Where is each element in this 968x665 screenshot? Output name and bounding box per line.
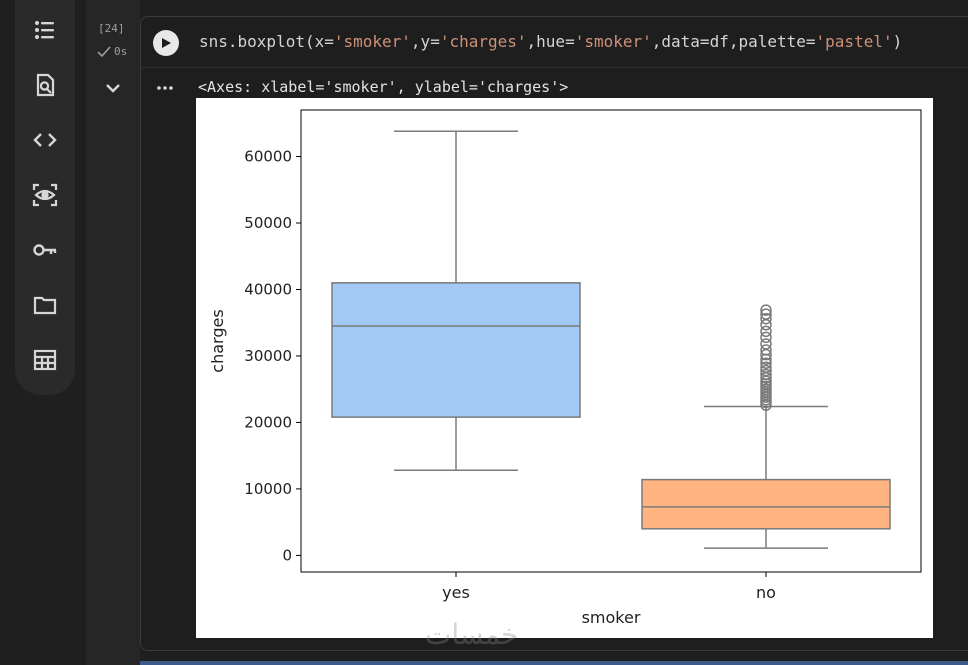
box-no	[641, 478, 891, 530]
code-token: sns.boxplot(x=	[199, 32, 334, 51]
code-string-token: 'smoker'	[574, 32, 652, 51]
code-snippets-icon[interactable]	[29, 124, 61, 156]
boxplot-output: 0 10000 20000 30000 40000 50000 60000 charges ye…	[196, 98, 933, 638]
check-icon	[97, 45, 111, 57]
run-cell-button[interactable]	[153, 30, 179, 56]
secrets-key-icon[interactable]	[29, 234, 61, 266]
execution-status: 0s	[97, 45, 127, 58]
next-cell-edge	[140, 661, 968, 665]
table-of-contents-icon[interactable]	[29, 14, 61, 46]
play-icon	[162, 38, 171, 48]
x-tick-label: yes	[442, 583, 470, 602]
more-horizontal-icon	[157, 86, 173, 90]
data-table-icon[interactable]	[29, 344, 61, 376]
y-tick-label: 30000	[244, 347, 292, 365]
find-replace-icon[interactable]	[29, 69, 61, 101]
x-tick-label: no	[756, 583, 776, 602]
y-tick-label: 50000	[244, 214, 292, 232]
y-tick-label: 20000	[244, 413, 292, 431]
code-string-token: 'charges'	[439, 32, 527, 51]
x-axis-label: smoker	[582, 608, 641, 627]
collapse-output-button[interactable]	[103, 78, 123, 98]
code-token: ,y=	[410, 32, 440, 51]
output-text: <Axes: xlabel='smoker', ylabel='charges'…	[198, 78, 569, 96]
files-folder-icon[interactable]	[29, 289, 61, 321]
chevron-down-icon	[106, 84, 120, 93]
y-axis-label: charges	[208, 309, 227, 372]
execution-duration: 0s	[114, 45, 128, 58]
variables-inspector-icon[interactable]	[29, 179, 61, 211]
code-token: ,hue=	[526, 32, 575, 51]
cell-gutter	[86, 0, 140, 665]
code-line[interactable]: sns.boxplot(x='smoker',y='charges',hue='…	[199, 32, 902, 51]
watermark-logo: خمسات	[425, 618, 519, 651]
left-sidebar-rail	[15, 0, 75, 395]
y-tick-label: 60000	[244, 148, 292, 166]
box-yes	[331, 282, 581, 418]
code-token: )	[892, 32, 903, 51]
code-string-token: 'smoker'	[333, 32, 411, 51]
notebook-view: [24] 0s sns.boxplot(x='smoker',y='charge…	[0, 0, 968, 665]
code-token: ,data=df,palette=	[651, 32, 816, 51]
code-string-token: 'pastel'	[815, 32, 893, 51]
output-actions-button[interactable]	[155, 78, 175, 98]
y-tick-label: 40000	[244, 280, 292, 298]
boxplot-chart: 0 10000 20000 30000 40000 50000 60000 charges ye…	[208, 109, 922, 627]
y-tick-label: 0	[282, 546, 292, 564]
execution-count: [24]	[98, 22, 125, 35]
y-tick-label: 10000	[244, 480, 292, 498]
